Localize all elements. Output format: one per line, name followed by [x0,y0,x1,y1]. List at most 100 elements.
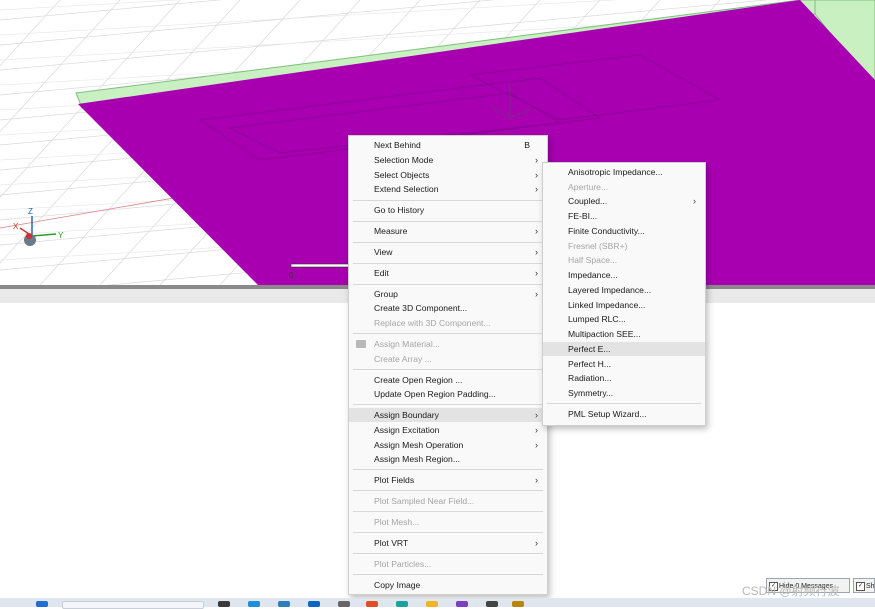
menu-separator [353,221,543,222]
menu-item-label: Layered Impedance... [568,285,652,295]
menu-item-linked-impedance[interactable]: Linked Impedance... [543,298,705,312]
menu-separator [353,511,543,512]
context-menu: Next Behind B Selection Mode › Select Object… [348,135,548,595]
menu-separator [353,469,543,470]
menu-item-label: Selection Mode [374,155,434,165]
menu-item-label: Go to History [374,205,425,215]
taskbar-app-icon[interactable] [396,601,408,607]
menu-separator [353,532,543,533]
menu-item-label: PML Setup Wizard... [568,409,647,419]
menu-item-lumped-rlc[interactable]: Lumped RLC... [543,312,705,326]
menu-item-assign-material: Assign Material... [349,337,547,351]
menu-item-create-3d-component[interactable]: Create 3D Component... [349,301,547,315]
menu-item-create-array: Create Array ... [349,352,547,366]
menu-item-label: Plot Fields [374,475,415,485]
menu-item-select-objects[interactable]: Select Objects › [349,168,547,182]
menu-item-symmetry[interactable]: Symmetry... [543,386,705,400]
menu-item-label: Plot Sampled Near Field... [374,496,475,506]
menu-item-go-to-history[interactable]: Go to History [349,203,547,217]
menu-item-perfect-e[interactable]: Perfect E... [543,342,705,356]
menu-item-label: Anisotropic Impedance... [568,167,663,177]
menu-item-coupled[interactable]: Coupled... › [543,194,705,208]
menu-item-extend-selection[interactable]: Extend Selection › [349,182,547,196]
taskbar-app-icon[interactable] [512,601,524,607]
submenu-arrow-icon: › [535,170,538,180]
svg-text:Y: Y [58,231,64,240]
menu-item-plot-mesh: Plot Mesh... [349,515,547,529]
menu-item-update-open-region-padding[interactable]: Update Open Region Padding... [349,387,547,401]
menu-item-fresnel-sbr: Fresnel (SBR+) [543,239,705,253]
menu-item-replace-with-3d-component: Replace with 3D Component... [349,316,547,330]
menu-item-perfect-h[interactable]: Perfect H... [543,357,705,371]
menu-separator [353,490,543,491]
menu-item-plot-sampled-near-field: Plot Sampled Near Field... [349,494,547,508]
submenu-arrow-icon: › [535,475,538,485]
secondary-label: Sh [866,583,875,590]
menu-item-label: Create Open Region ... [374,375,463,385]
menu-item-create-open-region[interactable]: Create Open Region ... [349,373,547,387]
menu-item-label: Symmetry... [568,388,614,398]
menu-item-edit[interactable]: Edit › [349,266,547,280]
menu-item-copy-image[interactable]: Copy Image [349,578,547,592]
assign-material-icon [356,340,366,348]
taskbar-app-icon[interactable] [338,601,350,607]
menu-item-multipaction-see[interactable]: Multipaction SEE... [543,327,705,341]
menu-item-finite-conductivity[interactable]: Finite Conductivity... [543,224,705,238]
menu-item-view[interactable]: View › [349,245,547,259]
menu-item-selection-mode[interactable]: Selection Mode › [349,153,547,167]
menu-item-assign-boundary[interactable]: Assign Boundary › [349,408,547,422]
submenu-arrow-icon: › [693,196,696,206]
scale-bar [290,263,354,268]
menu-item-assign-mesh-region[interactable]: Assign Mesh Region... [349,452,547,466]
submenu-arrow-icon: › [535,410,538,420]
menu-separator [353,333,543,334]
menu-item-plot-vrt[interactable]: Plot VRT › [349,536,547,550]
menu-separator [353,263,543,264]
submenu-arrow-icon: › [535,155,538,165]
menu-separator [353,242,543,243]
menu-item-fe-bi[interactable]: FE-BI... [543,209,705,223]
menu-item-label: Coupled... [568,196,608,206]
taskbar-app-icon[interactable] [278,601,290,607]
menu-item-pml-setup-wizard[interactable]: PML Setup Wizard... [543,407,705,421]
secondary-checkbox[interactable]: ✓ [856,582,865,591]
submenu-arrow-icon: › [535,538,538,548]
menu-separator [353,284,543,285]
menu-item-label: Fresnel (SBR+) [568,241,628,251]
submenu-arrow-icon: › [535,226,538,236]
menu-item-assign-mesh-operation[interactable]: Assign Mesh Operation › [349,438,547,452]
menu-item-next-behind[interactable]: Next Behind B [349,138,547,152]
taskbar-app-icon[interactable] [426,601,438,607]
menu-item-layered-impedance[interactable]: Layered Impedance... [543,283,705,297]
svg-text:X: X [13,222,19,231]
assign-boundary-submenu: Anisotropic Impedance... Aperture... Coupl… [542,162,706,426]
menu-item-label: Measure [374,226,408,236]
menu-item-measure[interactable]: Measure › [349,224,547,238]
menu-separator [353,369,543,370]
menu-item-label: Create 3D Component... [374,303,468,313]
secondary-toggle[interactable]: ✓ Sh [853,578,875,593]
menu-item-aperture: Aperture... [543,180,705,194]
menu-item-label: Select Objects [374,170,430,180]
menu-item-label: Extend Selection [374,184,439,194]
taskbar-app-icon[interactable] [218,601,230,607]
windows-start-icon[interactable] [36,601,48,607]
taskbar-app-icon[interactable] [308,601,320,607]
taskbar-app-icon[interactable] [456,601,468,607]
search-box[interactable] [62,601,204,609]
menu-item-plot-fields[interactable]: Plot Fields › [349,473,547,487]
menu-item-plot-particles: Plot Particles... [349,557,547,571]
menu-item-impedance[interactable]: Impedance... [543,268,705,282]
menu-item-assign-excitation[interactable]: Assign Excitation › [349,423,547,437]
taskbar-app-icon[interactable] [486,601,498,607]
taskbar-app-icon[interactable] [248,601,260,607]
svg-text:Z: Z [28,207,33,216]
taskbar-app-icon[interactable] [366,601,378,607]
menu-item-group[interactable]: Group › [349,287,547,301]
menu-item-label: Multipaction SEE... [568,329,641,339]
menu-separator [353,574,543,575]
submenu-arrow-icon: › [535,425,538,435]
menu-item-radiation[interactable]: Radiation... [543,371,705,385]
menu-item-label: Impedance... [568,270,618,280]
menu-item-anisotropic-impedance[interactable]: Anisotropic Impedance... [543,165,705,179]
